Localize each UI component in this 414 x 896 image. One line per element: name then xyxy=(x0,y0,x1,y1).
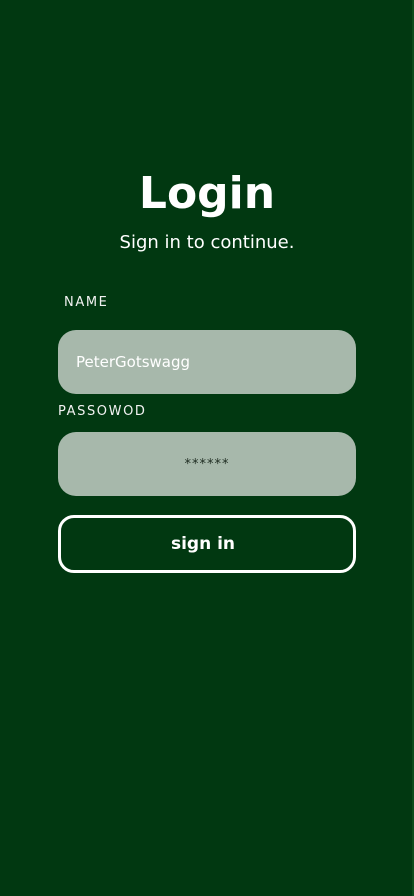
name-label: NAME xyxy=(64,295,109,310)
password-field[interactable] xyxy=(58,432,356,496)
name-field[interactable] xyxy=(58,330,356,394)
page-subtitle: Sign in to continue. xyxy=(119,232,295,253)
page-title: Login xyxy=(138,168,276,219)
password-label: PASSOWOD xyxy=(58,404,147,419)
sign-in-button[interactable]: sign in xyxy=(58,515,356,573)
login-screen: Login Sign in to continue. NAME PASSOWOD… xyxy=(0,0,414,896)
